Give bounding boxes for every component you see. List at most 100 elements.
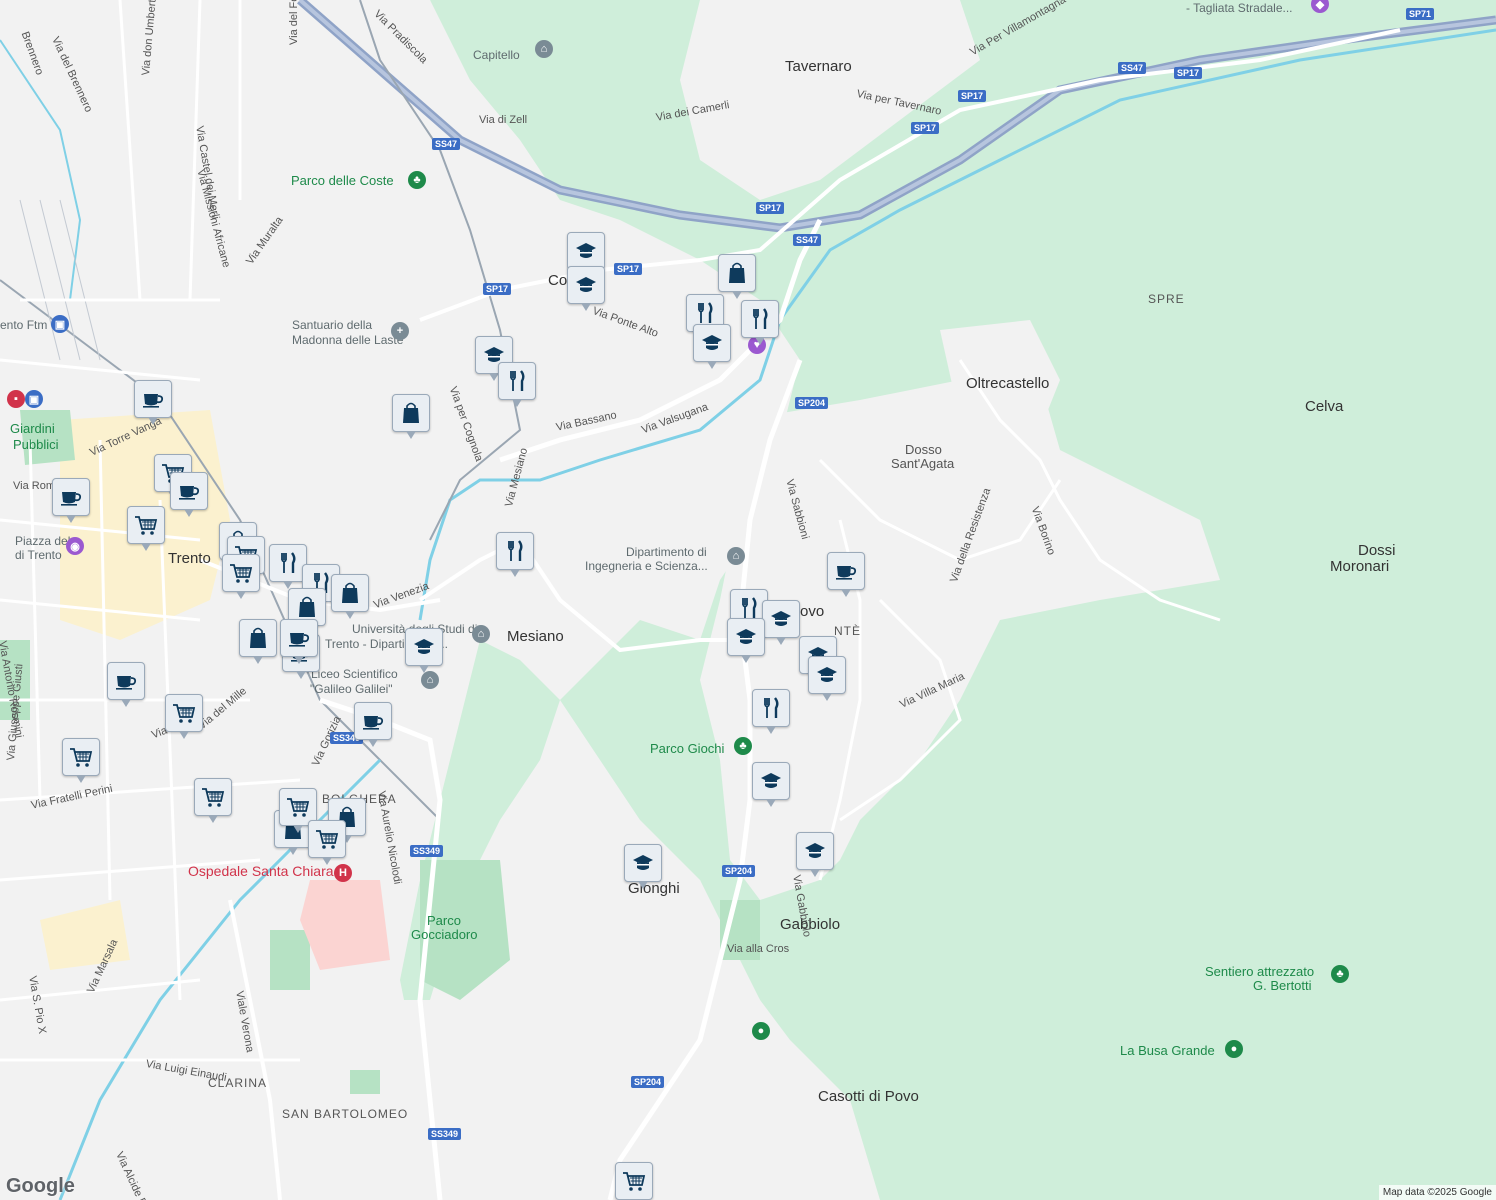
grocery-icon	[314, 826, 340, 852]
grocery-icon	[171, 700, 197, 726]
cafe-icon	[140, 386, 166, 412]
school-marker[interactable]	[752, 762, 790, 807]
cafe-marker[interactable]	[170, 472, 208, 517]
label-s15: Via alla Cros	[727, 943, 790, 955]
school-icon	[699, 330, 725, 356]
road-shield-sp17: SP17	[911, 122, 940, 134]
label-sanbartolomeo: SAN BARTOLOMEO	[282, 1107, 409, 1121]
grocery-marker[interactable]	[165, 694, 203, 739]
grocery-marker[interactable]	[127, 506, 165, 551]
school-icon[interactable]: ⌂	[421, 671, 439, 689]
grocery-icon	[133, 512, 159, 538]
road-shield-sp204: SP204	[631, 1076, 665, 1088]
road-shield-sp71: SP71	[1406, 8, 1435, 20]
school-icon	[802, 838, 828, 864]
cafe-marker[interactable]	[280, 619, 318, 664]
park-icon[interactable]: ●	[752, 1022, 770, 1040]
label-s2: Via di Zell	[479, 114, 528, 126]
label-piazza1: Piazza del	[15, 534, 71, 548]
grocery-icon	[228, 560, 254, 586]
road-shield-sp17: SP17	[958, 90, 987, 102]
museum-icon[interactable]: ⌂	[535, 40, 553, 58]
shop-marker[interactable]	[718, 254, 756, 299]
label-casotti: Casotti di Povo	[818, 1088, 919, 1105]
google-logo: Google	[6, 1175, 75, 1197]
cafe-marker[interactable]	[52, 478, 90, 523]
cafe-marker[interactable]	[827, 552, 865, 597]
hospital-icon[interactable]: H	[334, 864, 352, 882]
cafe-marker[interactable]	[107, 662, 145, 707]
restaurant-marker[interactable]	[741, 300, 779, 345]
school-marker[interactable]	[567, 232, 605, 277]
label-povo: ovo	[800, 603, 825, 620]
school-marker[interactable]	[796, 832, 834, 877]
label-dosso1: Dosso	[905, 442, 942, 457]
restaurant-icon	[504, 368, 530, 394]
school-marker[interactable]	[693, 324, 731, 369]
label-sentiero2: G. Bertotti	[1253, 978, 1312, 993]
grocery-icon	[200, 784, 226, 810]
university-icon[interactable]: ⌂	[472, 625, 490, 643]
restaurant-icon	[502, 538, 528, 564]
restaurant-icon	[692, 300, 718, 326]
label-dosso2: Sant'Agata	[891, 456, 955, 471]
school-icon	[768, 606, 794, 632]
train-icon[interactable]: ▣	[25, 390, 43, 408]
shop-icon	[724, 260, 750, 286]
park-icon[interactable]: ●	[1225, 1040, 1243, 1058]
road-shield-ss349: SS349	[428, 1128, 462, 1140]
university-icon[interactable]: ⌂	[727, 547, 745, 565]
cafe-marker[interactable]	[354, 702, 392, 747]
school-marker[interactable]	[808, 656, 846, 701]
label-liceo2: "Galileo Galilei"	[310, 682, 393, 696]
shop-marker[interactable]	[239, 619, 277, 664]
cafe-icon	[833, 558, 859, 584]
map-attribution: Map data ©2025 Google	[1378, 1185, 1496, 1200]
cafe-marker[interactable]	[134, 380, 172, 425]
map-canvas[interactable]: Trento Tavernaro Oltrecastello Celva SPRE Dos…	[0, 0, 1496, 1200]
grocery-marker[interactable]	[615, 1162, 653, 1200]
restaurant-marker[interactable]	[498, 362, 536, 407]
label-gocciadoro2: Gocciadoro	[411, 927, 478, 942]
shop-icon	[337, 580, 363, 606]
label-mesiano: Mesiano	[507, 628, 564, 645]
label-liceo1: Liceo Scientifico	[311, 667, 398, 681]
school-marker[interactable]	[567, 266, 605, 311]
shop-marker[interactable]	[331, 574, 369, 619]
label-dip2: Ingegneria e Scienza...	[585, 559, 708, 573]
label-gocciadoro1: Parco	[427, 913, 461, 928]
restaurant-marker[interactable]	[496, 532, 534, 577]
label-gionghi: Gionghi	[628, 880, 680, 897]
school-marker[interactable]	[405, 628, 443, 673]
grocery-marker[interactable]	[308, 820, 346, 865]
bus-icon[interactable]: ▪	[7, 390, 25, 408]
train-icon[interactable]: ▣	[51, 315, 69, 333]
road-shield-sp204: SP204	[722, 865, 756, 877]
label-s34: Via del Forte	[288, 0, 300, 45]
shop-marker[interactable]	[392, 394, 430, 439]
restaurant-icon	[747, 306, 773, 332]
label-giardini1: Giardini	[10, 421, 55, 436]
restaurant-icon	[758, 695, 784, 721]
park-icon[interactable]: ♣	[1331, 965, 1349, 983]
label-capitello: Capitello	[473, 48, 520, 62]
school-marker[interactable]	[727, 618, 765, 663]
road-shield-sp17: SP17	[483, 283, 512, 295]
road-shield-sp17: SP17	[756, 202, 785, 214]
road-shield-sp204: SP204	[795, 397, 829, 409]
label-busa: La Busa Grande	[1120, 1043, 1215, 1058]
grocery-icon	[68, 744, 94, 770]
park-icon[interactable]: ♣	[408, 171, 426, 189]
grocery-marker[interactable]	[194, 778, 232, 823]
road-shield-ss47: SS47	[793, 234, 822, 246]
church-icon[interactable]: +	[391, 322, 409, 340]
grocery-marker[interactable]	[62, 738, 100, 783]
grocery-marker[interactable]	[222, 554, 260, 599]
restaurant-marker[interactable]	[752, 689, 790, 734]
school-icon	[814, 662, 840, 688]
school-marker[interactable]	[762, 600, 800, 645]
shop-icon	[294, 594, 320, 620]
park-icon[interactable]: ♣	[734, 737, 752, 755]
camera-icon[interactable]: ◉	[66, 537, 84, 555]
school-marker[interactable]	[624, 844, 662, 889]
